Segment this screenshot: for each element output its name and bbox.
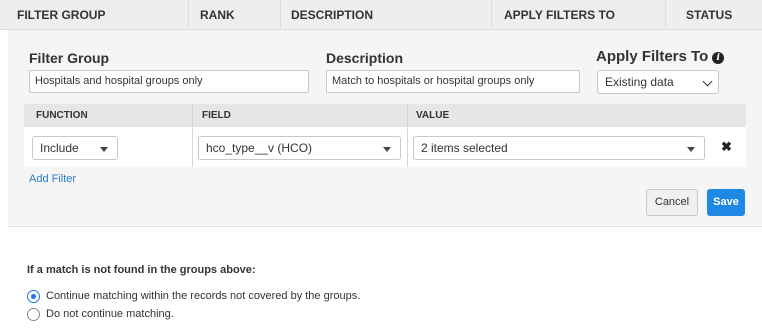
filter-table-header-value: VALUE <box>416 110 450 121</box>
no-match-option-label: Do not continue matching. <box>46 308 174 320</box>
field-value: hco_type__v (HCO) <box>206 141 313 155</box>
apply-filters-to-select[interactable]: Existing data <box>597 70 719 94</box>
column-divider <box>192 127 193 167</box>
add-filter-link[interactable]: Add Filter <box>29 173 76 185</box>
chevron-down-icon <box>702 76 713 87</box>
column-header-rank[interactable]: RANK <box>200 0 235 30</box>
column-header-description[interactable]: DESCRIPTION <box>291 0 373 30</box>
function-value: Include <box>40 141 79 155</box>
no-match-title: If a match is not found in the groups ab… <box>27 264 256 276</box>
filter-group-editor: Filter Group Hospitals and hospital grou… <box>8 30 762 227</box>
cancel-button[interactable]: Cancel <box>646 189 698 216</box>
filter-table-header: FUNCTION FIELD VALUE <box>24 104 746 127</box>
filter-row: Include hco_type__v (HCO) 2 items select… <box>24 127 746 167</box>
apply-filters-to-label-text: Apply Filters To <box>596 48 709 65</box>
filter-table-header-function: FUNCTION <box>36 110 88 121</box>
column-divider <box>407 104 408 127</box>
column-divider <box>188 0 189 30</box>
caret-down-icon <box>100 147 108 152</box>
caret-down-icon <box>383 147 391 152</box>
remove-filter-icon[interactable]: ✖ <box>721 140 732 154</box>
column-header-filter-group[interactable]: FILTER GROUP <box>17 0 105 30</box>
value-summary: 2 items selected <box>421 141 508 155</box>
info-icon[interactable]: i <box>712 52 725 64</box>
radio-button-selected[interactable] <box>27 290 40 303</box>
function-select[interactable]: Include <box>32 136 118 160</box>
apply-filters-to-value: Existing data <box>605 75 674 89</box>
column-divider <box>280 0 281 30</box>
filter-group-label: Filter Group <box>29 50 110 66</box>
column-divider <box>192 104 193 127</box>
description-input[interactable]: Match to hospitals or hospital groups on… <box>326 70 580 93</box>
column-header-apply-filters-to[interactable]: APPLY FILTERS TO <box>504 0 615 30</box>
column-header-bar: FILTER GROUP RANK DESCRIPTION APPLY FILT… <box>0 0 762 30</box>
column-divider <box>665 0 666 30</box>
radio-button[interactable] <box>27 308 40 321</box>
column-divider <box>407 127 408 167</box>
save-button[interactable]: Save <box>707 189 745 216</box>
column-header-status[interactable]: STATUS <box>686 0 732 30</box>
filter-table-header-field: FIELD <box>202 110 231 121</box>
no-match-option-label: Continue matching within the records not… <box>46 290 361 302</box>
description-label: Description <box>326 50 404 66</box>
value-multiselect[interactable]: 2 items selected <box>413 136 705 160</box>
column-divider <box>491 0 492 30</box>
filter-group-input[interactable]: Hospitals and hospital groups only <box>29 70 309 93</box>
apply-filters-to-label: Apply Filters To i <box>596 48 725 65</box>
field-select[interactable]: hco_type__v (HCO) <box>198 136 401 160</box>
caret-down-icon <box>687 147 695 152</box>
